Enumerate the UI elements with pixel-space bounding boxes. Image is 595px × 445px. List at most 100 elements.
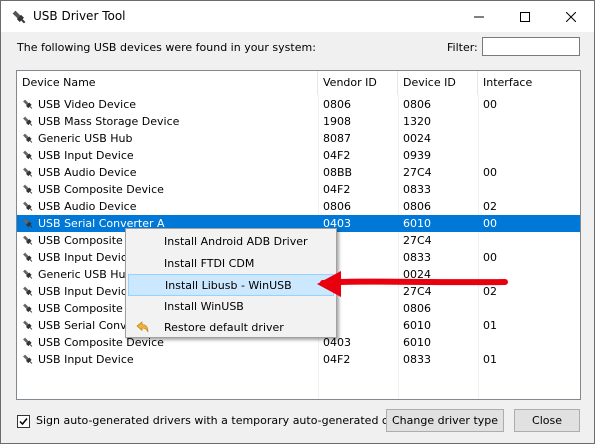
- cell-iface: [483, 130, 578, 147]
- column-header-vendor-id[interactable]: Vendor ID: [318, 71, 398, 95]
- list-header: Device Name Vendor ID Device ID Interfac…: [17, 71, 580, 95]
- cell-device: 6010: [403, 319, 431, 332]
- usb-plug-icon: [23, 303, 33, 313]
- maximize-icon: [520, 11, 530, 22]
- cell-name: USB Audio Device: [38, 166, 137, 179]
- maximize-button[interactable]: [502, 1, 548, 32]
- cell-device: 0939: [403, 149, 431, 162]
- usb-plug-icon: [23, 286, 33, 296]
- filter-input[interactable]: [482, 37, 580, 56]
- usb-plug-icon: [23, 201, 33, 211]
- table-row[interactable]: USB Video Device 0806 0806 00: [17, 96, 580, 113]
- cell-iface: 02: [483, 200, 497, 213]
- usb-plug-icon: [23, 133, 33, 143]
- cell-iface: 00: [483, 217, 497, 230]
- usb-plug-icon: [23, 99, 33, 109]
- cell-device: 0024: [403, 268, 431, 281]
- minimize-button[interactable]: [456, 1, 502, 32]
- cell-iface: [483, 266, 578, 283]
- cell-name: USB Video Device: [38, 98, 137, 111]
- context-menu-item[interactable]: Install Libusb - WinUSB: [128, 274, 334, 296]
- cell-device: 0806: [403, 98, 431, 111]
- cell-iface: [483, 147, 578, 164]
- cell-vendor: 0806: [323, 98, 351, 111]
- context-menu-item-label: Install FTDI CDM: [164, 257, 255, 270]
- cell-device: 0806: [403, 302, 431, 315]
- cell-device: 0806: [403, 200, 431, 213]
- table-row[interactable]: USB Audio Device 08BB 27C4 00: [17, 164, 580, 181]
- column-header-device-id[interactable]: Device ID: [398, 71, 478, 95]
- title-bar[interactable]: USB Driver Tool: [1, 1, 594, 32]
- cell-device: 0024: [403, 132, 431, 145]
- cell-device: 0833: [403, 251, 431, 264]
- context-menu-item[interactable]: Install FTDI CDM: [128, 253, 334, 275]
- usb-plug-icon: [23, 252, 33, 262]
- window-title: USB Driver Tool: [33, 9, 126, 23]
- cell-iface: [483, 232, 578, 249]
- usb-plug-icon: [23, 320, 33, 330]
- usb-plug-icon: [23, 269, 33, 279]
- cell-name: USB Composite Device: [38, 183, 164, 196]
- usb-plug-icon: [23, 218, 33, 228]
- context-menu-item[interactable]: Install WinUSB: [128, 296, 334, 318]
- cell-vendor: 04F2: [323, 353, 351, 366]
- cell-iface: 02: [483, 285, 497, 298]
- usb-plug-icon: [23, 184, 33, 194]
- cell-device: 27C4: [403, 234, 432, 247]
- usb-plug-icon: [12, 10, 26, 24]
- cell-device: 0833: [403, 183, 431, 196]
- cell-vendor: 8087: [323, 132, 351, 145]
- cell-device: 27C4: [403, 166, 432, 179]
- usb-plug-icon: [23, 354, 33, 364]
- filter-label: Filter:: [447, 41, 478, 54]
- cell-iface: 00: [483, 166, 497, 179]
- cell-iface: 00: [483, 251, 497, 264]
- usb-driver-tool-window: USB Driver Tool The following USB device…: [0, 0, 595, 444]
- cell-vendor: 08BB: [323, 166, 353, 179]
- cell-iface: 01: [483, 353, 497, 366]
- context-menu-item-label: Install Libusb - WinUSB: [165, 279, 292, 292]
- table-row[interactable]: USB Mass Storage Device 1908 1320: [17, 113, 580, 130]
- table-row[interactable]: Generic USB Hub 8087 0024: [17, 130, 580, 147]
- cell-name: Generic USB Hub: [38, 132, 133, 145]
- context-menu-item[interactable]: Restore default driver: [128, 317, 334, 339]
- sign-drivers-label: Sign auto-generated drivers with a tempo…: [36, 414, 438, 427]
- usb-plug-icon: [23, 337, 33, 347]
- context-menu-item-label: Restore default driver: [164, 321, 284, 334]
- context-menu-item[interactable]: Install Android ADB Driver: [128, 231, 334, 253]
- cell-iface: 01: [483, 319, 497, 332]
- cell-device: 0833: [403, 353, 431, 366]
- checkmark-icon: [19, 418, 28, 426]
- change-driver-type-button[interactable]: Change driver type: [386, 409, 504, 432]
- undo-icon: [136, 321, 149, 333]
- cell-vendor: 0806: [323, 200, 351, 213]
- table-row[interactable]: USB Input Device 04F2 0833 01: [17, 351, 580, 368]
- context-menu-item-label: Install WinUSB: [164, 300, 244, 313]
- cell-device: 27C4: [403, 285, 432, 298]
- cell-iface: [483, 300, 578, 317]
- cell-vendor: 04F2: [323, 183, 351, 196]
- cell-name: USB Input Device: [38, 353, 134, 366]
- usb-plug-icon: [23, 150, 33, 160]
- close-window-button[interactable]: [548, 1, 594, 32]
- table-row[interactable]: USB Composite Device 04F2 0833: [17, 181, 580, 198]
- usb-plug-icon: [23, 116, 33, 126]
- cell-device: 6010: [403, 336, 431, 349]
- table-row[interactable]: USB Input Device 04F2 0939: [17, 147, 580, 164]
- context-menu: Install Android ADB Driver Install FTDI C…: [125, 228, 337, 338]
- close-icon: [566, 11, 576, 22]
- cell-iface: [483, 334, 578, 351]
- table-row[interactable]: USB Audio Device 0806 0806 02: [17, 198, 580, 215]
- cell-name: USB Input Device: [38, 149, 134, 162]
- column-header-interface[interactable]: Interface: [478, 71, 580, 95]
- minimize-icon: [474, 16, 484, 17]
- cell-iface: [483, 181, 578, 198]
- cell-device: 6010: [403, 217, 431, 230]
- cell-iface: [483, 113, 578, 130]
- cell-vendor: 04F2: [323, 149, 351, 162]
- column-header-device-name[interactable]: Device Name: [17, 71, 318, 95]
- cell-device: 1320: [403, 115, 431, 128]
- close-button[interactable]: Close: [514, 409, 580, 432]
- sign-drivers-checkbox[interactable]: [17, 415, 30, 428]
- usb-plug-icon: [23, 235, 33, 245]
